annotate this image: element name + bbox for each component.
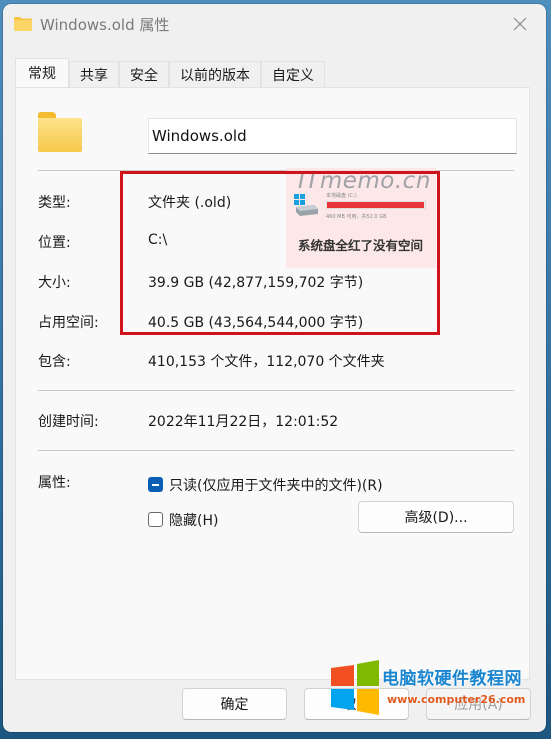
created-label: 创建时间: (38, 414, 99, 430)
created-value: 2022年11月22日，12:01:52 (148, 414, 339, 430)
tab-previous-versions[interactable]: 以前的版本 (169, 61, 261, 87)
close-icon (513, 17, 527, 31)
properties-window: Windows.old 属性 常规 共享 安全 以前的版本 自定义 类型: (3, 4, 546, 732)
separator (38, 450, 514, 451)
folder-icon (14, 17, 32, 31)
size-on-disk-label: 占用空间: (38, 315, 99, 331)
folder-name-input[interactable] (148, 118, 517, 154)
title-bar: Windows.old 属性 (3, 4, 546, 44)
window-title: Windows.old 属性 (40, 16, 170, 34)
tab-security[interactable]: 安全 (119, 61, 169, 87)
type-label: 类型: (38, 195, 71, 211)
location-label: 位置: (38, 235, 71, 251)
folder-icon (38, 112, 82, 152)
readonly-checkbox[interactable] (148, 477, 163, 492)
tab-sharing[interactable]: 共享 (69, 61, 119, 87)
hidden-label[interactable]: 隐藏(H) (169, 510, 218, 530)
hidden-checkbox[interactable] (148, 512, 163, 527)
tab-customize[interactable]: 自定义 (261, 61, 325, 87)
contains-label: 包含: (38, 354, 71, 370)
advanced-button[interactable]: 高级(D)... (358, 501, 514, 533)
tab-general[interactable]: 常规 (15, 58, 69, 87)
contains-value: 410,153 个文件，112,070 个文件夹 (148, 354, 385, 370)
readonly-label[interactable]: 只读(仅应用于文件夹中的文件)(R) (169, 475, 383, 495)
attributes-label: 属性: (38, 475, 71, 491)
general-panel: 类型: 文件夹 (.old) 位置: C:\ 大小: 39.9 GB (42,8… (15, 87, 530, 680)
ok-button[interactable]: 确定 (182, 688, 287, 720)
tab-strip: 常规 共享 安全 以前的版本 自定义 (15, 58, 325, 87)
apply-button[interactable]: 应用(A) (426, 688, 531, 720)
separator (38, 390, 514, 391)
red-highlight-box (120, 171, 440, 335)
size-label: 大小: (38, 275, 71, 291)
cancel-button[interactable]: 取消 (304, 688, 409, 720)
close-button[interactable] (504, 10, 536, 38)
